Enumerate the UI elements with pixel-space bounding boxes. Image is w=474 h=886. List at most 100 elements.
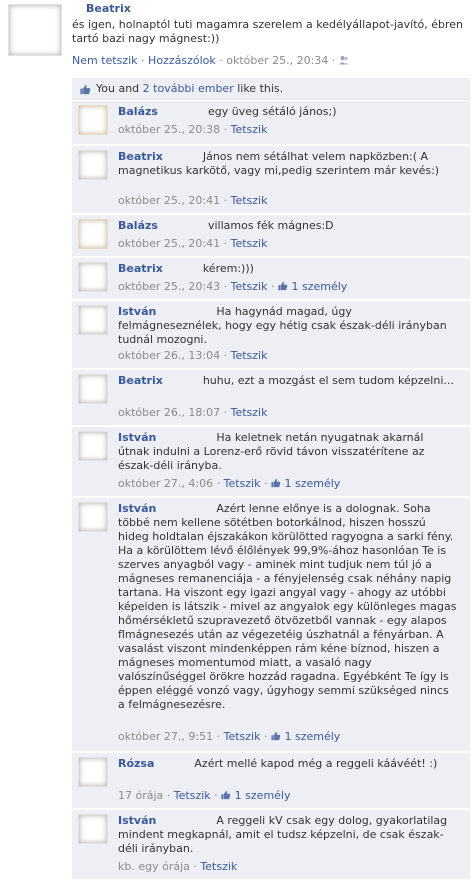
comment-text: János nem sétálhat velem napközben:( A m… [118,150,440,177]
separator: · [141,54,145,67]
comment-author-name[interactable]: Beatrix [118,262,163,275]
comment-author-name[interactable]: Rózsa [118,757,154,770]
comment-meta: október 25., 20:41 · Tetszik [118,237,267,250]
separator: · [216,730,221,743]
post-meta: Nem tetszik · Hozzászólok · október 25.,… [72,54,349,67]
comment-author-avatar[interactable] [78,374,108,404]
comment-time: 17 órája [118,789,164,802]
separator: · [331,54,336,67]
separator: · [223,280,228,293]
comment-author-name[interactable]: István [118,814,156,827]
comment-meta: október 25., 20:43 · Tetszik · 1 személy [118,280,347,293]
comment-time: október 25., 20:41 [118,194,221,207]
likes-suffix: like this. [237,82,284,95]
comment-like-link[interactable]: Tetszik [231,123,268,136]
comment-time: október 25., 20:41 [118,237,221,250]
comment-text: Ha hagynád magad, úgy felmágneseznélek, … [118,305,447,346]
thumbs-up-icon [278,281,288,291]
comment-body: István Azért lenne előnye is a dolognak. … [118,502,458,712]
comment-author-avatar[interactable] [78,150,108,180]
comment-author-name[interactable]: Beatrix [118,374,163,387]
comment-author-name[interactable]: István [118,502,156,515]
comment-text: Azért mellé kapod még a reggeli káávéét!… [194,757,438,770]
comment-author-avatar[interactable] [78,262,108,292]
comment-text: huhu, ezt a mozgást el sem tudom képzeln… [202,374,454,387]
comment-body: István Ha keletnek netán nyugatnak akarná… [118,431,458,473]
comment-link[interactable]: Hozzászólok [148,54,216,67]
thumbs-up-icon [271,478,281,488]
comment-like-link[interactable]: Tetszik [200,860,237,873]
post-text: és igen, holnaptól tuti magamra szerelem… [72,18,464,45]
comment-like-link[interactable]: Tetszik [231,194,268,207]
comment-author-name[interactable]: István [118,305,156,318]
comment-author-name[interactable]: István [118,431,156,444]
comment-author-name[interactable]: Balázs [118,105,158,118]
comment-likes-link[interactable]: 1 személy [235,789,291,802]
comment-author-avatar[interactable] [78,305,108,335]
separator: · [219,54,223,67]
separator: · [223,123,228,136]
comment-item: Beatrix kérem:))) október 25., 20:43 · Tet… [72,258,470,300]
separator: · [216,477,221,490]
comment-item: Beatrix huhu, ezt a mozgást el sem tudom … [72,370,470,426]
comment-author-name[interactable]: Balázs [118,219,158,232]
comment-time: október 25., 20:38 [118,123,221,136]
comment-time: október 27., 4:06 [118,477,214,490]
comment-like-link[interactable]: Tetszik [224,477,261,490]
comment-item: István A reggeli kV csak egy dolog, gyako… [72,810,470,880]
likes-text: You and 2 további ember like this. [96,82,283,95]
comment-time: kb. egy órája [118,860,190,873]
comment-like-link[interactable]: Tetszik [231,237,268,250]
comment-body: Beatrix huhu, ezt a mozgást el sem tudom … [118,374,458,388]
comment-like-link[interactable]: Tetszik [231,280,268,293]
separator: · [263,477,268,490]
comment-meta: október 27., 4:06 · Tetszik · 1 személy [118,477,340,490]
comment-like-link[interactable]: Tetszik [224,730,261,743]
comment-author-avatar[interactable] [78,431,108,461]
likes-you: You and [96,82,140,95]
comment-like-link[interactable]: Tetszik [174,789,211,802]
separator: · [223,406,228,419]
comment-author-avatar[interactable] [78,814,108,844]
comment-item: István Ha keletnek netán nyugatnak akarná… [72,427,470,497]
comment-author-avatar[interactable] [78,502,108,532]
comment-text: A reggeli kV csak egy dolog, gyakorlatil… [118,814,448,855]
unlike-link[interactable]: Nem tetszik [72,54,138,67]
comment-item: Balázs egy üveg sétáló jános;) október 25.… [72,101,470,145]
separator: · [193,860,197,873]
comment-text: kérem:))) [202,262,254,275]
comment-author-avatar[interactable] [78,219,108,249]
post-author-avatar[interactable] [8,4,62,56]
comment-item: Rózsa Azért mellé kapod még a reggeli káá… [72,753,470,809]
comment-body: Balázs egy üveg sétáló jános;) [118,105,458,119]
comment-body: Beatrix János nem sétálhat velem napközbe… [118,150,458,178]
post-author-name[interactable]: Beatrix [86,2,131,15]
separator: · [223,237,228,250]
comment-likes-link[interactable]: 1 személy [284,477,340,490]
comment-item: István Ha hagynád magad, úgy felmágnesezn… [72,301,470,369]
comment-body: Balázs villamos fék mágnes:D [118,219,458,233]
comment-likes-link[interactable]: 1 személy [284,730,340,743]
comment-author-avatar[interactable] [78,105,108,135]
comment-author-name[interactable]: Beatrix [118,150,163,163]
status-post: Beatrix és igen, holnaptól tuti magamra … [0,0,474,72]
comment-text: egy üveg sétáló jános;) [207,105,337,118]
people-icon[interactable] [339,55,349,65]
comment-author-avatar[interactable] [78,757,108,787]
comment-meta: 17 órája · Tetszik · 1 személy [118,789,291,802]
comment-meta: október 26., 13:04 · Tetszik [118,349,267,362]
comment-time: október 26., 18:07 [118,406,221,419]
comment-item: István Azért lenne előnye is a dolognak. … [72,498,470,752]
comment-text: Ha keletnek netán nyugatnak akarnál útna… [118,431,425,472]
separator: · [214,789,218,802]
likes-summary: You and 2 további ember like this. [72,78,470,100]
comment-like-link[interactable]: Tetszik [231,349,268,362]
comment-meta: kb. egy órája · Tetszik [118,860,237,873]
comment-time: október 25., 20:43 [118,280,221,293]
likes-others-link[interactable]: 2 további ember [143,82,234,95]
separator: · [270,280,275,293]
post-time: október 25., 20:34 [226,54,329,67]
comment-like-link[interactable]: Tetszik [231,406,268,419]
comment-body: István Ha hagynád magad, úgy felmágnesezn… [118,305,458,347]
comment-likes-link[interactable]: 1 személy [291,280,347,293]
